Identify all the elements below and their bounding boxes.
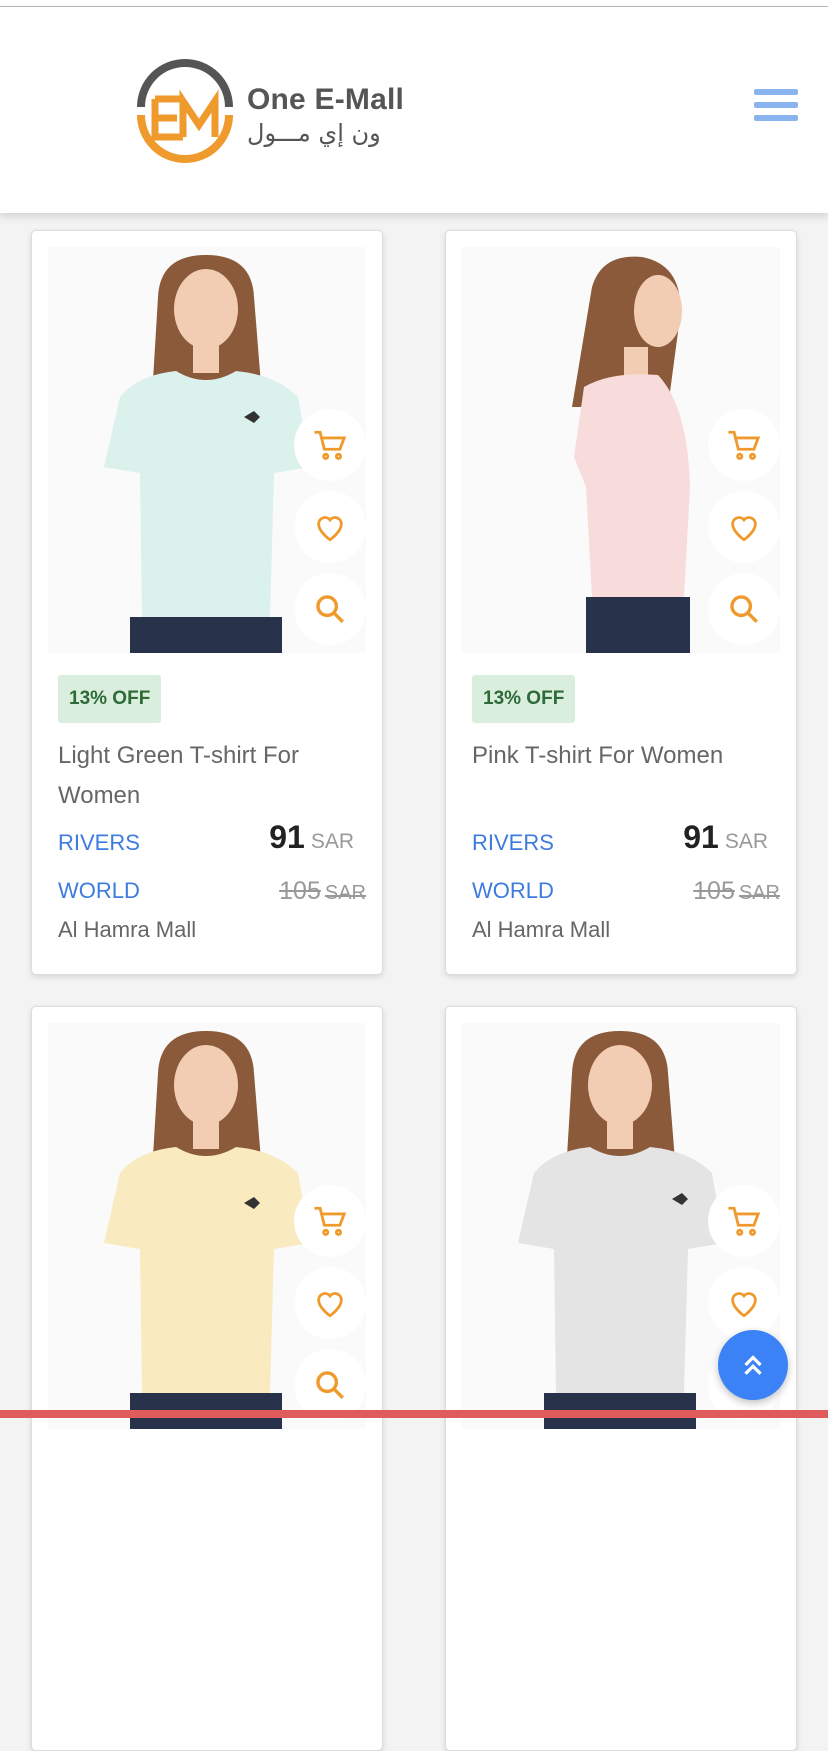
cart-icon (728, 430, 761, 460)
scroll-to-top-button[interactable] (718, 1330, 788, 1400)
current-price: 91 SAR (683, 819, 768, 856)
logo-arabic-name: ون إي مـــول (247, 119, 381, 147)
price-value: 91 (269, 819, 305, 855)
cart-icon (314, 1206, 347, 1236)
site-header: One E-Mall ون إي مـــول (0, 7, 828, 213)
brand-link[interactable]: RIVERS WORLD (472, 819, 632, 915)
add-to-cart-button[interactable] (294, 1185, 366, 1257)
add-to-cart-button[interactable] (708, 1185, 780, 1257)
price-value: 91 (683, 819, 719, 855)
search-icon (316, 1371, 344, 1399)
cart-icon (728, 1206, 761, 1236)
brand-line-1: RIVERS (58, 830, 140, 855)
add-to-cart-button[interactable] (708, 409, 780, 481)
current-price: 91 SAR (269, 819, 354, 856)
wishlist-button[interactable] (294, 491, 366, 563)
product-card[interactable] (31, 1006, 383, 1751)
old-price-currency: SAR (324, 882, 366, 904)
add-to-cart-button[interactable] (294, 409, 366, 481)
old-price: 105 SAR (693, 877, 780, 906)
product-card[interactable]: 13% OFF Light Green T-shirt For Women RI… (31, 230, 383, 975)
product-card[interactable]: 13% OFF Pink T-shirt For Women RIVERS WO… (445, 230, 797, 975)
heart-icon (317, 516, 343, 542)
heart-icon (731, 1292, 757, 1318)
brand-line-2: WORLD (58, 878, 140, 903)
em-logo-icon (137, 59, 233, 163)
brand-line-1: RIVERS (472, 830, 554, 855)
cart-icon (314, 430, 347, 460)
hamburger-menu-icon[interactable] (754, 89, 798, 125)
top-border (0, 0, 828, 7)
search-icon (730, 595, 758, 623)
old-price-value: 105 (279, 877, 321, 905)
wishlist-button[interactable] (708, 1267, 780, 1339)
quick-view-button[interactable] (708, 573, 780, 645)
mall-name: Al Hamra Mall (472, 917, 611, 942)
logo-name: One E-Mall (247, 83, 405, 116)
old-price: 105 SAR (279, 877, 366, 906)
old-price-value: 105 (693, 877, 735, 905)
double-chevron-up-icon (744, 1355, 762, 1375)
discount-badge: 13% OFF (472, 675, 576, 723)
old-price-currency: SAR (738, 882, 780, 904)
product-title[interactable]: Pink T-shirt For Women (472, 736, 772, 776)
brand-logo[interactable]: One E-Mall ون إي مـــول (133, 59, 423, 169)
heart-icon (731, 516, 757, 542)
currency: SAR (724, 830, 768, 853)
search-icon (316, 595, 344, 623)
brand-line-2: WORLD (472, 878, 554, 903)
product-title[interactable]: Light Green T-shirt For Women (58, 736, 358, 816)
quick-view-button[interactable] (294, 573, 366, 645)
mall-name: Al Hamra Mall (58, 917, 197, 942)
brand-link[interactable]: RIVERS WORLD (58, 819, 218, 915)
wishlist-button[interactable] (294, 1267, 366, 1339)
wishlist-button[interactable] (708, 491, 780, 563)
discount-badge: 13% OFF (58, 675, 162, 723)
bottom-progress-bar (0, 1410, 828, 1418)
heart-icon (317, 1292, 343, 1318)
currency: SAR (310, 830, 354, 853)
